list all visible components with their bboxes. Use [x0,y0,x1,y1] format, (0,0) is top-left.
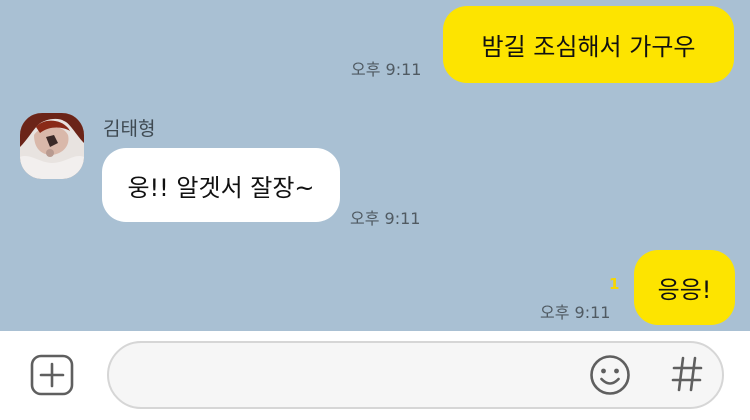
message-time: 오후 9:11 [540,303,611,322]
message-input-field[interactable] [107,341,724,409]
message-input[interactable] [133,351,577,401]
avatar[interactable] [20,113,84,179]
my-message-bubble[interactable]: 응응! [634,250,735,325]
message-text: 밤길 조심해서 가구우 [481,33,696,61]
my-message-bubble[interactable]: 밤길 조심해서 가구우 [443,6,734,83]
message-time: 오후 9:11 [350,209,421,228]
sender-name: 김태형 [103,118,156,140]
add-attachment-button[interactable] [30,354,74,396]
hashtag-icon [671,356,703,392]
emoji-button[interactable] [589,354,631,396]
their-message-bubble[interactable]: 웅!! 알겟서 잘장~ [102,148,340,222]
message-text: 응응! [657,276,712,304]
hashtag-button[interactable] [668,352,706,396]
smiley-icon [590,355,630,395]
message-time: 오후 9:11 [351,60,422,79]
message-text: 웅!! 알겟서 잘장~ [127,173,315,202]
chat-area: 밤길 조심해서 가구우 오후 9:11 김태형 웅!! 알겟서 잘장~ 오후 9… [0,0,750,331]
avatar-photo [20,113,84,179]
plus-square-icon [30,354,74,396]
unread-count: 1 [609,275,620,293]
